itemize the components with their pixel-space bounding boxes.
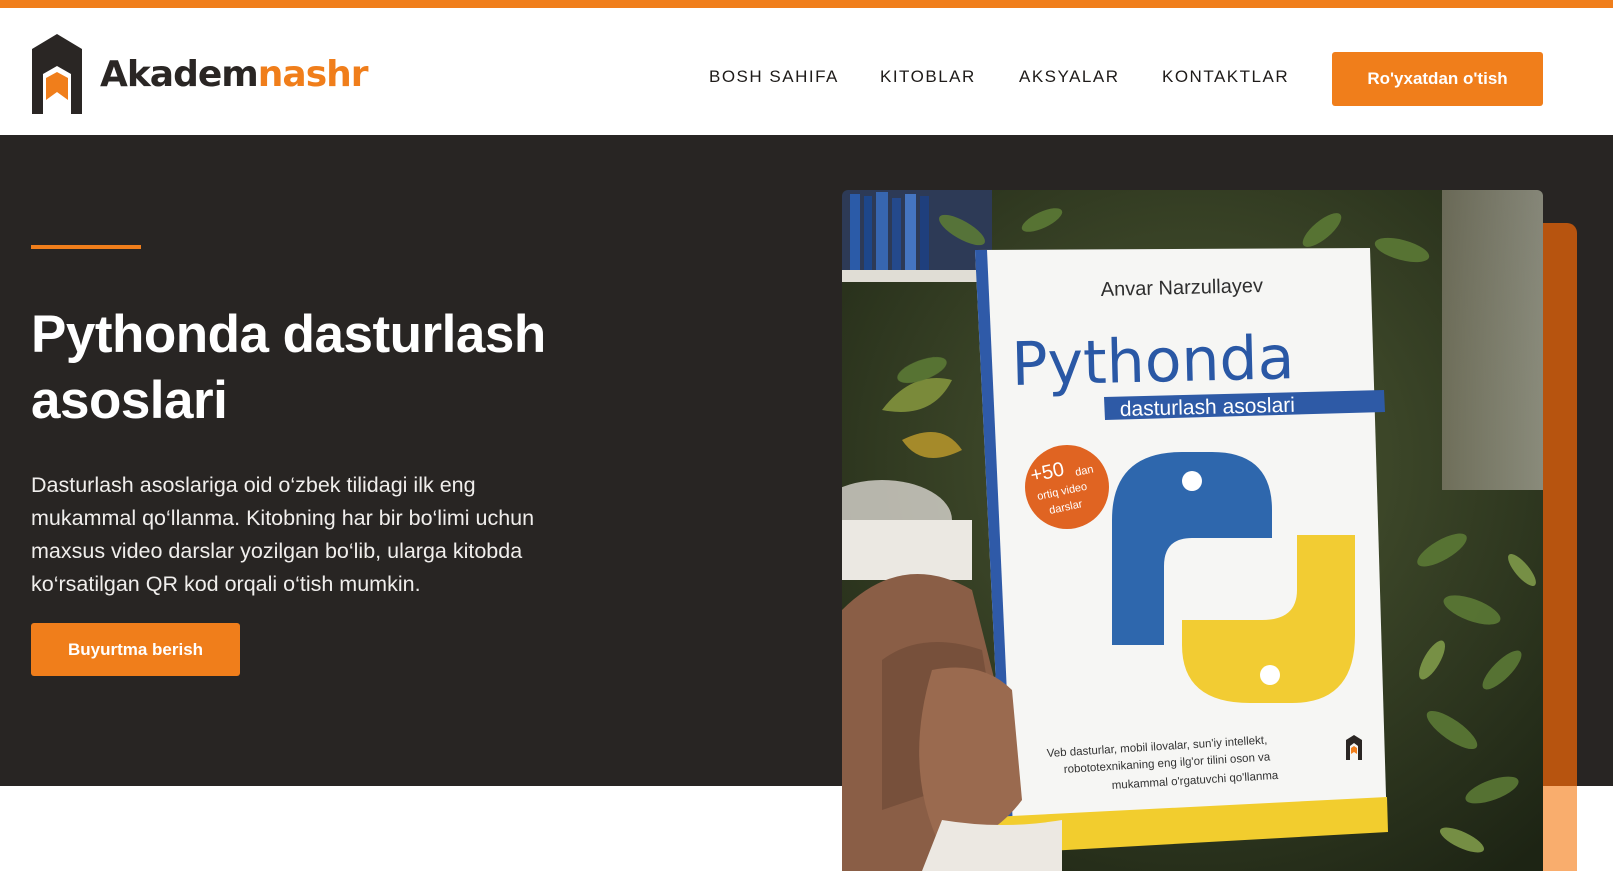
register-button[interactable]: Ro'yxatdan o'tish: [1332, 52, 1543, 106]
nav-item-kitoblar[interactable]: KITOBLAR: [880, 62, 976, 92]
order-button[interactable]: Buyurtma berish: [31, 623, 240, 676]
hero-book-photo: Anvar Narzullayev Pythonda dasturlash as…: [842, 190, 1543, 871]
hero-description: Dasturlash asoslariga oid o‘zbek tilidag…: [31, 473, 535, 596]
top-accent-stripe: [0, 0, 1613, 8]
book-author: Anvar Narzullayev: [1100, 275, 1263, 301]
nav-item-kontaktlar[interactable]: KONTAKTLAR: [1162, 62, 1289, 92]
book-cover: Anvar Narzullayev Pythonda dasturlash as…: [975, 248, 1388, 854]
book-title: Pythonda: [1011, 323, 1295, 400]
hero-accent-line: [31, 245, 141, 249]
nav-item-aksyalar[interactable]: AKSYALAR: [1019, 62, 1120, 92]
book-subtitle: dasturlash asoslari: [1120, 394, 1296, 421]
hero-title: Pythonda dasturlash asoslari: [31, 305, 546, 430]
site-header: Akademnashr BOSH SAHIFA KITOBLAR AKSYALA…: [0, 8, 1613, 135]
nav-item-bosh-sahifa[interactable]: BOSH SAHIFA: [709, 62, 839, 92]
